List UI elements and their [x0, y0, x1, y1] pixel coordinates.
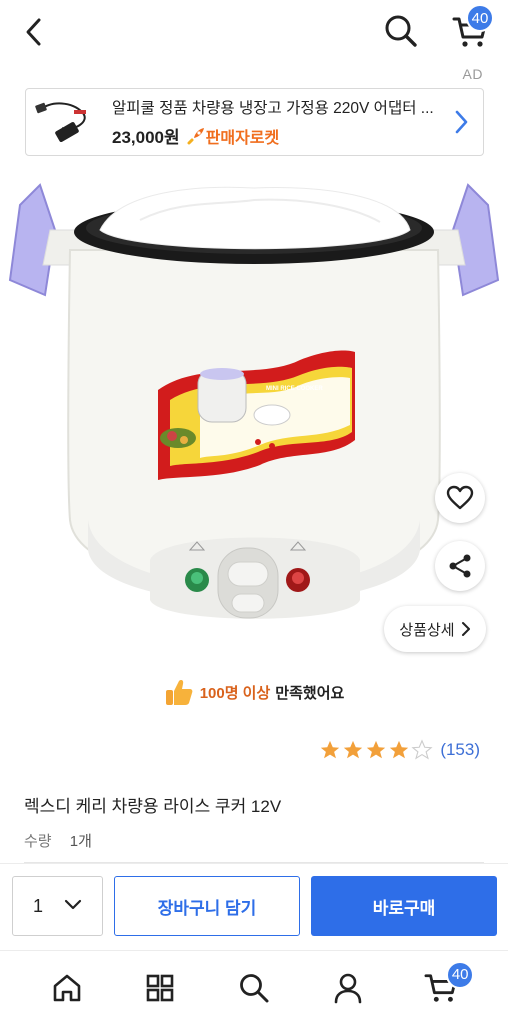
nav-home[interactable] [42, 963, 92, 1013]
nav-cart-badge: 40 [446, 960, 475, 989]
ad-title: 알피쿨 정품 차량용 냉장고 가정용 220V 어댑터 ... [112, 100, 434, 117]
nav-search[interactable] [229, 963, 279, 1013]
rating[interactable]: (153) [319, 739, 480, 761]
rating-stars [319, 739, 434, 761]
search-icon [385, 15, 417, 47]
nav-category[interactable] [135, 963, 185, 1013]
product-name: 렉스디 케리 차량용 라이스 쿠커 12V [24, 797, 282, 816]
product-image: MINI RICE COOKER [8, 183, 500, 619]
quantity-info: 수량 1개 [24, 830, 92, 851]
satisfaction-text: 만족했어요 [275, 684, 345, 702]
ad-thumbnail [32, 92, 104, 152]
cart-button[interactable]: 40 [448, 4, 494, 54]
purchase-bar: 1 장바구니 담기 바로구매 [0, 863, 508, 949]
review-count[interactable]: (153) [440, 740, 480, 760]
star-full-icon [344, 740, 363, 759]
ad-price-row: 23,000원 판매자로켓 [112, 123, 449, 148]
quantity-value: 1개 [69, 833, 92, 850]
quantity-select[interactable]: 1 [12, 876, 103, 936]
quantity-select-value: 1 [33, 895, 44, 916]
buy-now-button[interactable]: 바로구매 [311, 876, 497, 936]
seller-rocket-badge: 판매자로켓 [186, 124, 280, 148]
ad-text: 알피쿨 정품 차량용 냉장고 가정용 220V 어댑터 ... 23,000원 … [112, 96, 449, 148]
adapter-cable-image [35, 102, 86, 142]
heart-icon [446, 485, 474, 510]
share-button[interactable] [435, 541, 485, 591]
chevron-down-icon [64, 899, 82, 910]
search-icon [240, 973, 269, 1002]
favorite-button[interactable] [435, 473, 485, 523]
label-caption: MINI RICE COOKER [266, 386, 323, 392]
nav-my[interactable] [323, 963, 373, 1013]
rocket-icon [187, 127, 204, 144]
nav-cart[interactable]: 40 [416, 960, 475, 1013]
star-full-icon [321, 740, 340, 759]
thumbs-up-icon [165, 680, 193, 705]
star-full-icon [390, 740, 409, 759]
search-button[interactable] [380, 10, 422, 52]
back-arrow-icon [26, 18, 41, 46]
back-button[interactable] [14, 12, 54, 52]
top-bar: 40 [0, 0, 508, 66]
satisfaction-banner: 100명 이상 만족했어요 [0, 674, 508, 710]
chevron-right-icon [461, 622, 470, 636]
ad-label: AD [462, 66, 483, 82]
home-icon [53, 974, 81, 1001]
star-full-icon [367, 740, 386, 759]
ad-price: 23,000원 [112, 128, 180, 147]
user-icon [334, 973, 361, 1003]
seller-rocket-label: 판매자로켓 [205, 129, 280, 147]
bottom-nav: 40 [0, 950, 508, 1024]
category-icon [147, 974, 174, 1001]
product-detail-button[interactable]: 상품상세 [384, 606, 486, 652]
satisfaction-count: 100명 이상 [199, 684, 271, 702]
ad-arrow [449, 107, 473, 137]
chevron-right-icon [455, 110, 468, 134]
star-empty-icon [411, 739, 433, 760]
product-detail-label: 상품상세 [399, 621, 455, 639]
share-icon [449, 554, 471, 578]
quantity-label: 수량 [24, 833, 52, 850]
cart-count-badge: 40 [466, 4, 494, 32]
add-to-cart-button[interactable]: 장바구니 담기 [114, 876, 300, 936]
ad-banner[interactable]: 알피쿨 정품 차량용 냉장고 가정용 220V 어댑터 ... 23,000원 … [25, 88, 484, 156]
